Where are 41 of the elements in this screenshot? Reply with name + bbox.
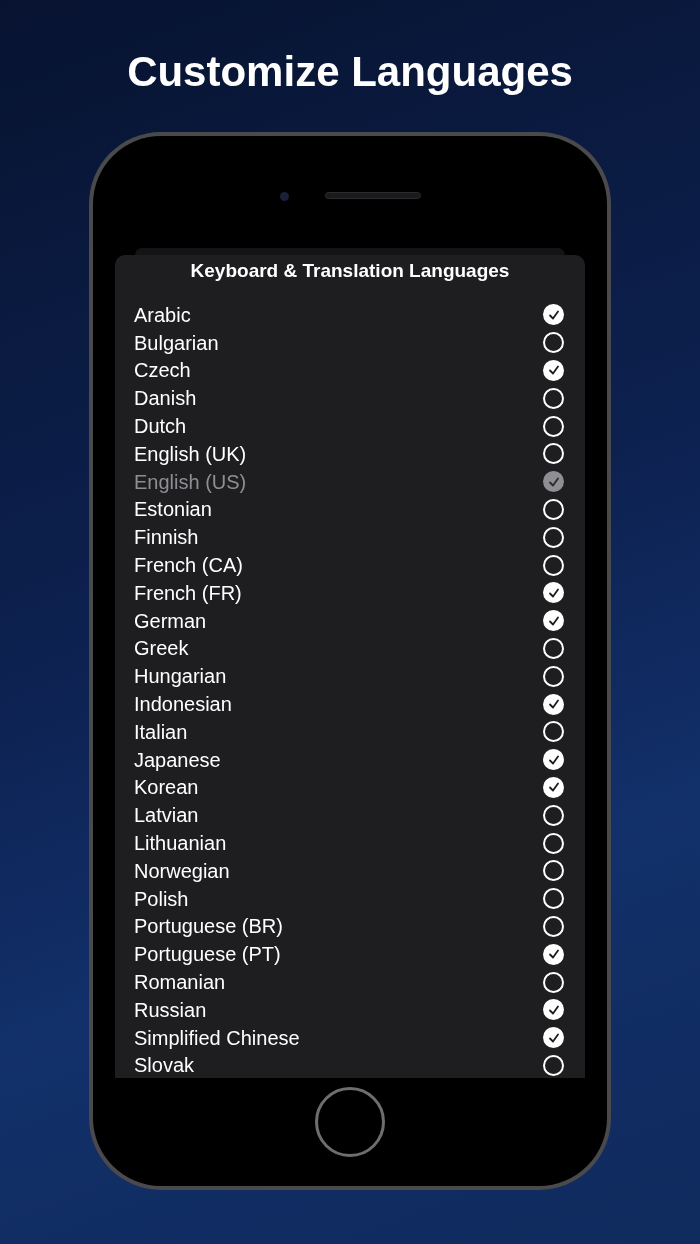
checkmark-icon[interactable] xyxy=(543,943,564,965)
camera-icon xyxy=(279,192,289,201)
language-name[interactable]: Japanese xyxy=(134,747,221,772)
checkmark-icon[interactable] xyxy=(543,999,564,1021)
checkmark-icon[interactable] xyxy=(543,582,564,604)
language-name[interactable]: Polish xyxy=(134,886,189,911)
language-name[interactable]: Indonesian xyxy=(134,692,232,717)
checkmark-icon[interactable] xyxy=(543,1027,564,1049)
language-name[interactable]: Danish xyxy=(134,386,197,411)
language-name[interactable]: Portuguese (BR) xyxy=(134,914,283,939)
language-name[interactable]: English (UK) xyxy=(134,441,247,466)
language-name[interactable]: German xyxy=(134,608,207,633)
language-name[interactable]: Estonian xyxy=(134,497,212,522)
language-name[interactable]: French (FR) xyxy=(134,580,242,605)
headline: Customize Languages xyxy=(127,47,573,97)
language-name[interactable]: Romanian xyxy=(134,970,226,994)
language-name[interactable]: Arabic xyxy=(134,302,191,327)
checkmark-icon[interactable] xyxy=(543,610,564,632)
language-name[interactable]: Russian xyxy=(134,997,207,1022)
checkmark-icon[interactable] xyxy=(543,776,564,798)
language-name[interactable]: Slovak xyxy=(134,1053,195,1078)
sheet-title: Keyboard & Translation Languages xyxy=(189,259,511,283)
checkmark-icon[interactable] xyxy=(543,360,564,381)
language-name[interactable]: Greek xyxy=(134,636,189,661)
checkmark-icon[interactable] xyxy=(543,304,564,326)
language-name[interactable]: Czech xyxy=(134,358,191,383)
language-name[interactable]: Bulgarian xyxy=(134,330,219,355)
language-name[interactable]: Lithuanian xyxy=(134,831,227,856)
language-name[interactable]: Hungarian xyxy=(134,664,227,689)
language-name[interactable]: Dutch xyxy=(134,414,187,439)
language-name[interactable]: Norwegian xyxy=(134,858,230,883)
language-name[interactable]: Latvian xyxy=(134,803,199,828)
language-name[interactable]: Simplified Chinese xyxy=(134,1025,300,1050)
language-name[interactable]: Finnish xyxy=(134,525,199,550)
language-name[interactable]: Portuguese (PT) xyxy=(134,942,281,967)
checkmark-icon[interactable] xyxy=(543,693,564,715)
language-name[interactable]: Korean xyxy=(134,775,199,800)
checkmark-icon[interactable] xyxy=(543,749,564,771)
home-button[interactable] xyxy=(315,1087,385,1157)
language-name[interactable]: French (CA) xyxy=(134,553,243,578)
language-name[interactable]: Italian xyxy=(134,719,188,744)
